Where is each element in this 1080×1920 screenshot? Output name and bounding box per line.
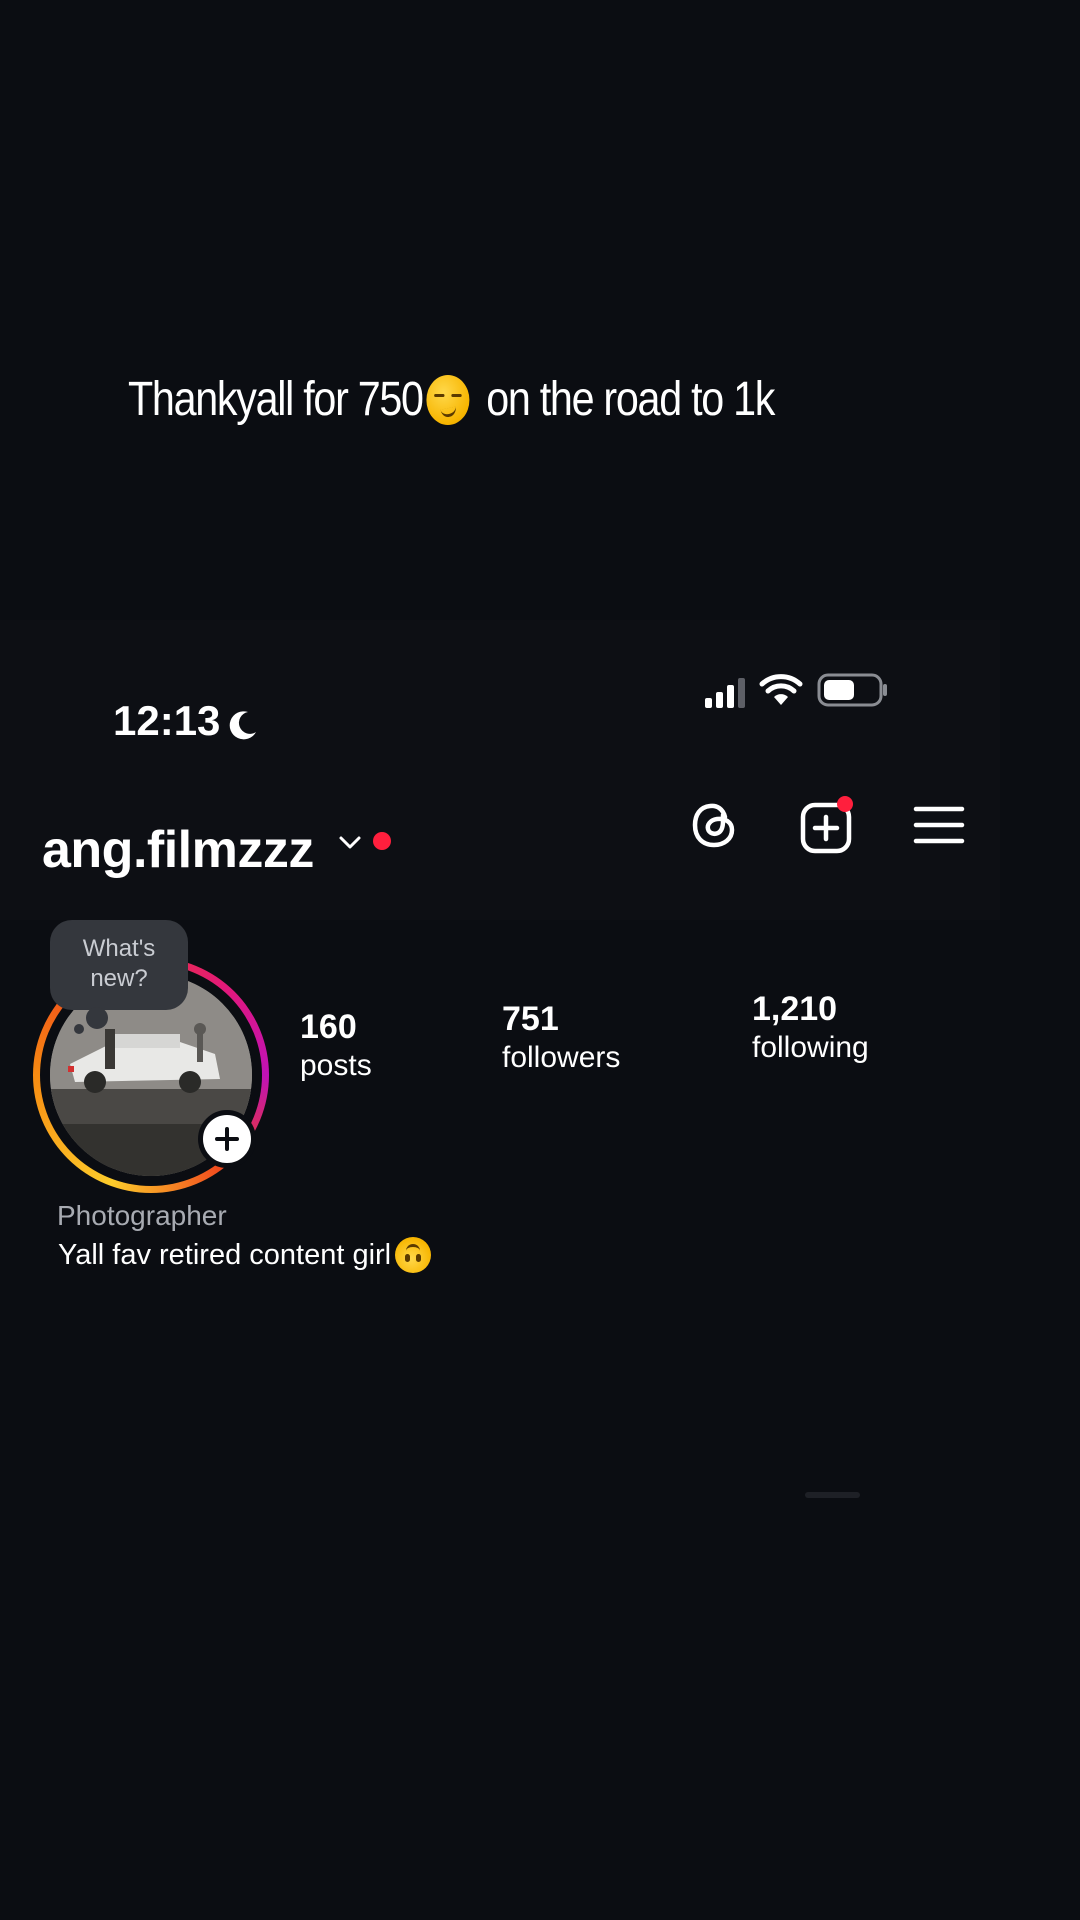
add-story-button[interactable] (198, 1110, 256, 1168)
following-count: 1,210 (752, 990, 838, 1028)
posts-label: posts (300, 1049, 372, 1082)
page: Thankyall for 750 on the road to 1k 12:1… (0, 0, 1080, 1920)
background-smudge (805, 1492, 860, 1498)
bio-category: Photographer (57, 1200, 227, 1231)
battery-icon (817, 672, 889, 713)
followers-count: 751 (502, 1000, 559, 1038)
overlay-caption: Thankyall for 750 on the road to 1k (128, 372, 775, 427)
wifi-icon (759, 673, 803, 712)
posts-stat[interactable]: 160 posts (300, 1008, 372, 1083)
posts-count: 160 (300, 1008, 357, 1046)
followers-label: followers (502, 1041, 621, 1074)
note-bubble[interactable]: What's new? (50, 920, 188, 1010)
note-bubble-tail (86, 1007, 108, 1029)
time-label: 12:13 (113, 697, 221, 744)
caption-text-start: Thankyall for 750 (128, 373, 424, 426)
menu-icon[interactable] (910, 795, 970, 855)
smirking-face-emoji-icon (426, 374, 470, 425)
cellular-signal-icon (705, 677, 745, 708)
bio-text-label: Yall fav retired content girl (58, 1238, 392, 1271)
threads-icon[interactable] (685, 795, 745, 855)
chevron-down-icon[interactable] (338, 835, 362, 856)
plus-icon (215, 1127, 239, 1151)
caption-text-end: on the road to 1k (476, 373, 775, 426)
following-stat[interactable]: 1,210 following (752, 990, 869, 1065)
upside-down-face-emoji-icon (395, 1237, 432, 1273)
status-bar-time: 12:13 (113, 697, 260, 745)
note-text: What's new? (82, 935, 156, 992)
following-label: following (752, 1031, 869, 1064)
create-post-icon[interactable] (797, 795, 857, 855)
followers-stat[interactable]: 751 followers (502, 1000, 620, 1075)
status-bar-icons (705, 672, 889, 713)
profile-username[interactable]: ang.filmzzz (42, 820, 314, 880)
notification-dot (373, 832, 391, 850)
bio-text: Yall fav retired content girl (58, 1237, 432, 1273)
moon-icon (226, 704, 260, 740)
